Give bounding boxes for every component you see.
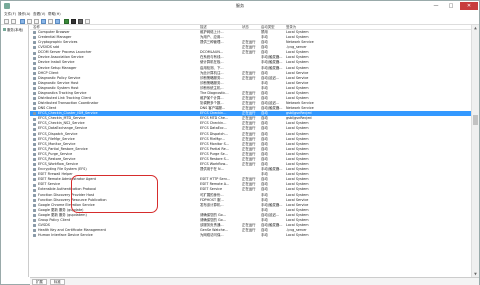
start-service-icon[interactable] (64, 19, 69, 24)
properties-icon[interactable] (27, 19, 32, 24)
service-startup-type: 手动 (261, 233, 268, 238)
maximize-button[interactable]: □ (444, 2, 458, 10)
menu-bar: 文件(F) 操作(A) 查看(V) 帮助(H) (1, 11, 479, 18)
gear-icon (33, 87, 36, 91)
export-list-icon[interactable] (41, 19, 46, 24)
menu-action[interactable]: 操作(A) (18, 12, 30, 17)
gear-icon (33, 61, 36, 65)
forward-icon[interactable] (11, 19, 16, 24)
gear-icon (33, 158, 36, 162)
gear-icon (33, 66, 36, 70)
gear-icon (33, 168, 36, 172)
pause-service-icon[interactable] (78, 19, 83, 24)
gear-icon (33, 214, 36, 217)
gear-icon (33, 203, 36, 207)
gear-icon (33, 208, 36, 212)
highlight-annotation (71, 175, 158, 213)
gear-icon (33, 178, 36, 182)
gear-icon (33, 76, 36, 80)
console-tree: 服务(本地) (1, 25, 29, 277)
gear-icon (33, 127, 36, 131)
menu-file[interactable]: 文件(F) (4, 12, 16, 17)
gear-icon (33, 56, 36, 60)
gear-icon (33, 198, 36, 202)
gear-icon (33, 46, 36, 50)
minimize-button[interactable]: — (429, 2, 443, 10)
gear-icon (33, 97, 36, 101)
close-button[interactable]: ✕ (460, 2, 478, 10)
services-window: 服务 — □ ✕ 文件(F) 操作(A) 查看(V) 帮助(H) 服务(本地) … (0, 0, 480, 285)
help-icon[interactable] (48, 19, 53, 24)
gear-icon (33, 132, 36, 136)
service-name: Human Interface Device Service (38, 233, 93, 238)
gear-icon (33, 219, 36, 223)
stop-service-icon[interactable] (71, 19, 76, 24)
title-bar: 服务 — □ ✕ (1, 1, 479, 11)
scrollbar-thumb[interactable] (473, 115, 478, 125)
window-title: 服务 (235, 3, 245, 8)
gear-icon (33, 147, 36, 151)
service-log-on-as: Local System (286, 233, 309, 238)
services-node-icon (3, 28, 6, 31)
gear-icon (33, 36, 36, 40)
gear-icon (33, 229, 36, 233)
gear-icon (33, 41, 36, 45)
gear-icon (33, 107, 36, 111)
gear-icon (33, 112, 36, 116)
console-tree-icon[interactable] (20, 19, 25, 24)
menu-help[interactable]: 帮助(H) (48, 12, 61, 17)
gear-icon (33, 193, 36, 197)
gear-icon (33, 183, 36, 187)
gear-icon (33, 173, 36, 177)
back-icon[interactable] (4, 19, 9, 24)
gear-icon (33, 153, 36, 157)
gear-icon (33, 142, 36, 146)
tree-node-services-local[interactable]: 服务(本地) (3, 27, 23, 32)
vertical-scrollbar[interactable]: ▲ ▼ (471, 25, 479, 277)
gear-icon (33, 234, 36, 238)
restart-service-icon[interactable] (85, 19, 90, 24)
gear-icon (33, 71, 36, 75)
gear-icon (33, 122, 36, 126)
refresh-icon[interactable] (34, 19, 39, 24)
services-list: 名称 描述 状态 启动类型 登录为 Computer Browser 维护网络上计… (30, 25, 471, 277)
gear-icon (33, 102, 36, 106)
gear-icon (33, 117, 36, 121)
view-tabs: 扩展 标准 (30, 277, 479, 285)
gear-icon (33, 188, 36, 192)
gear-icon (33, 137, 36, 141)
service-description: 为网络访问保... (200, 233, 224, 238)
menu-view[interactable]: 查看(V) (33, 12, 45, 17)
gear-icon (33, 51, 36, 55)
toolbar (1, 18, 479, 25)
gear-icon (33, 31, 36, 35)
gear-icon (33, 163, 36, 167)
tab-extended[interactable]: 扩展 (32, 279, 47, 285)
gear-icon (33, 224, 36, 228)
show-hide-icon[interactable] (55, 19, 60, 24)
tab-standard[interactable]: 标准 (50, 279, 65, 285)
gear-icon (33, 92, 36, 96)
service-row[interactable]: Human Interface Device Service 为网络访问保... 手… (30, 233, 471, 238)
gear-icon (33, 81, 36, 85)
scroll-up-icon[interactable]: ▲ (472, 25, 479, 31)
